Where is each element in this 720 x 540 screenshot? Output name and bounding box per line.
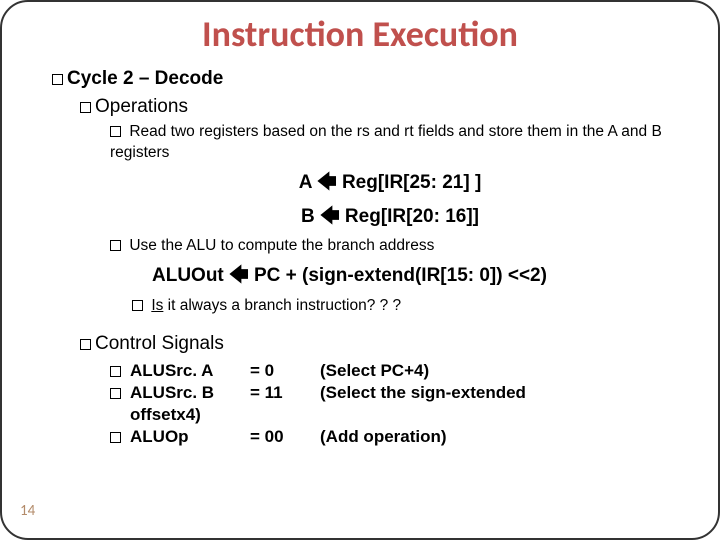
- table-row: ALUSrc. B = 11 (Select the sign-extended: [110, 383, 688, 403]
- control-heading: Control Signals: [80, 333, 688, 355]
- bullet1-text: Read two registers based on the rs and r…: [110, 123, 662, 161]
- signal-value: = 0: [250, 361, 320, 381]
- signal-value: = 00: [250, 427, 320, 447]
- eqB-left: B: [301, 206, 315, 227]
- is-rest: it always a branch instruction? ? ?: [163, 297, 401, 314]
- left-arrow-icon: 🡄: [320, 206, 340, 227]
- bullet2-text: Use the ALU to compute the branch addres…: [129, 237, 434, 254]
- square-bullet-icon: [110, 388, 121, 399]
- equation-b: B 🡄 Reg[IR[20: 16]]: [92, 202, 688, 234]
- signal-value: = 11: [250, 383, 320, 403]
- table-row: ALUOp = 00 (Add operation): [110, 427, 688, 447]
- bullet-alu-branch: Use the ALU to compute the branch addres…: [110, 236, 668, 257]
- equation-a: A 🡄 Reg[IR[25: 21] ]: [92, 168, 688, 200]
- control-signals-table: ALUSrc. A = 0 (Select PC+4) ALUSrc. B = …: [110, 361, 688, 447]
- eqA-left: A: [299, 172, 312, 193]
- square-bullet-icon: [110, 366, 121, 377]
- operations-heading: Operations: [80, 96, 688, 118]
- signal-name: ALUSrc. B: [130, 383, 250, 403]
- square-bullet-icon: [110, 240, 121, 251]
- signal-name: ALUSrc. A: [130, 361, 250, 381]
- is-underlined: Is: [151, 297, 163, 314]
- square-bullet-icon: [80, 339, 91, 350]
- square-bullet-icon: [52, 74, 63, 85]
- equation-aluout: ALUOut 🡄 PC + (sign-extend(IR[15: 0]) <<…: [152, 261, 688, 293]
- table-row: offsetx4): [110, 405, 688, 425]
- is-question: Is it always a branch instruction? ? ?: [132, 297, 688, 315]
- square-bullet-icon: [80, 102, 91, 113]
- control-label: Control Signals: [95, 333, 224, 354]
- cycle-label: Cycle 2 – Decode: [67, 68, 223, 89]
- signal-name: ALUOp: [130, 427, 250, 447]
- table-row: ALUSrc. A = 0 (Select PC+4): [110, 361, 688, 381]
- left-arrow-icon: 🡄: [229, 265, 249, 286]
- square-bullet-icon: [110, 126, 121, 137]
- signal-desc: (Add operation): [320, 427, 688, 447]
- slide-title: Instruction Execution: [32, 12, 688, 56]
- operations-label: Operations: [95, 96, 188, 117]
- square-bullet-icon: [110, 432, 121, 443]
- signal-desc: (Select the sign-extended: [320, 383, 688, 403]
- slide-frame: Instruction Execution Cycle 2 – Decode O…: [0, 0, 720, 540]
- eqA-right: Reg[IR[25: 21] ]: [342, 172, 481, 193]
- signal-name-cont: offsetx4): [130, 405, 250, 425]
- page-number: 14: [20, 502, 35, 520]
- eqB-right: Reg[IR[20: 16]]: [345, 206, 479, 227]
- cycle-heading: Cycle 2 – Decode: [52, 68, 688, 90]
- aluout-right: PC + (sign-extend(IR[15: 0]) <<2): [254, 265, 547, 286]
- bullet-read-registers: Read two registers based on the rs and r…: [110, 122, 668, 164]
- left-arrow-icon: 🡄: [317, 172, 337, 193]
- signal-desc: (Select PC+4): [320, 361, 688, 381]
- aluout-left: ALUOut: [152, 265, 224, 286]
- square-bullet-icon: [132, 300, 143, 311]
